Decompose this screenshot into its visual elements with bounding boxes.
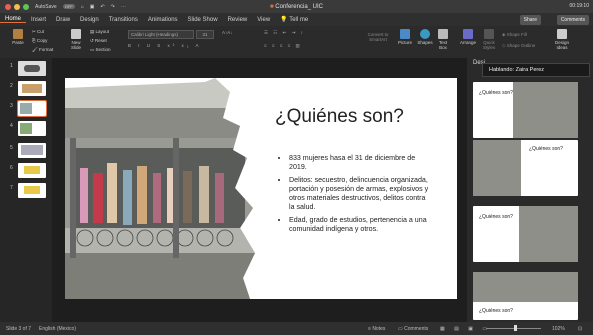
share-button[interactable]: Share [519, 15, 541, 25]
reset-button[interactable]: ↺ Reset [90, 38, 107, 44]
bullet-item: 833 mujeres hasa el 31 de diciembre de 2… [289, 154, 431, 172]
section-button[interactable]: ▭ Section [90, 47, 111, 53]
design-idea-3[interactable]: ¿Quiénes son? [473, 206, 578, 262]
zoom-slider-handle[interactable] [514, 325, 517, 331]
slide-number: 7 [10, 185, 13, 191]
shape-fill-button[interactable]: ◈ Shape Fill [502, 32, 527, 38]
document-title: ■ Conferencia_ UIC [270, 3, 323, 10]
paragraph-align-buttons[interactable]: ≡ ≡ ≡ ≡ ▥ [264, 43, 302, 49]
slide-thumbnail-2[interactable] [18, 81, 46, 96]
arrange-button[interactable]: Arrange [458, 29, 478, 45]
tell-me-search[interactable]: 💡 Tell me [275, 16, 313, 23]
tab-insert[interactable]: Insert [26, 17, 51, 23]
ribbon-tabs: Home Insert Draw Design Transitions Anim… [0, 13, 593, 26]
slide-number: 2 [10, 83, 13, 89]
slide-number: 3 [10, 103, 13, 109]
copy-button[interactable]: ⎘ Copy [32, 38, 47, 43]
new-slide-icon [71, 29, 81, 39]
picture-button[interactable]: Picture [396, 29, 414, 45]
slide-number: 4 [10, 123, 13, 129]
view-buttons[interactable]: ▦ ▤ ▣ ▭ [440, 326, 491, 332]
comments-status-button[interactable]: ▭ Comments [398, 326, 428, 332]
slide-thumbnail-6[interactable] [18, 163, 46, 178]
layout-button[interactable]: ▤ Layout [90, 29, 109, 35]
slide-number: 1 [10, 63, 13, 69]
slide-body-text[interactable]: 833 mujeres hasa el 31 de diciembre de 2… [281, 154, 431, 238]
slide-indicator: Slide 3 of 7 [6, 325, 32, 332]
font-name-select[interactable]: Calibri Light (Headings) [128, 30, 194, 39]
slide-thumbnail-4[interactable] [18, 121, 46, 136]
notes-button[interactable]: ≡ Notes [368, 326, 385, 332]
slide-thumbnail-5[interactable] [18, 143, 46, 158]
font-grow-icon[interactable]: A↑A↓ [222, 30, 233, 35]
design-idea-2[interactable]: ¿Quiénes son? [473, 140, 578, 196]
shapes-icon [420, 29, 430, 39]
design-idea-title: ¿Quiénes son? [529, 146, 563, 152]
tab-view[interactable]: View [252, 17, 275, 23]
design-idea-title: ¿Quiénes son? [479, 308, 513, 314]
format-painter-button[interactable]: 🖌 Format [32, 47, 53, 53]
tab-review[interactable]: Review [223, 17, 253, 23]
quick-styles-icon [484, 29, 494, 39]
tab-home[interactable]: Home [0, 16, 27, 23]
top-right-status: 00:19:10 [570, 3, 589, 9]
design-idea-title: ¿Quiénes son? [479, 90, 513, 96]
convert-smartart-button[interactable]: Convert to SmartArt [362, 32, 394, 42]
textbox-icon [438, 29, 448, 39]
language-indicator[interactable]: English (Mexico) [39, 326, 76, 332]
tab-transitions[interactable]: Transitions [104, 17, 143, 23]
tab-draw[interactable]: Draw [51, 17, 75, 23]
bullet-item: Delitos: secuestro, delincuencia organiz… [289, 176, 431, 212]
design-idea-title: ¿Quiénes son? [479, 214, 513, 220]
slide-thumbnail-panel: 1 2 3 4 5 6 7 [0, 58, 52, 322]
slide-thumbnail-7[interactable] [18, 183, 46, 198]
slide-title[interactable]: ¿Quiénes son? [275, 106, 404, 128]
recording-clock: 00:19:10 [569, 3, 589, 9]
arrange-icon [463, 29, 473, 39]
design-idea-1[interactable]: ¿Quiénes son? [473, 82, 578, 138]
paste-button[interactable]: Paste [10, 29, 26, 45]
title-bar: AutoSave OFF ⌂ ▣ ↶ ↷ ⋯ ■ Conferencia_ UI… [0, 0, 593, 13]
bullet-item: Edad, grado de estudios, pertenencia a u… [289, 216, 431, 234]
font-formatting-buttons[interactable]: B I U S x² x₂ A [128, 43, 202, 48]
zoom-level[interactable]: 102% [552, 326, 565, 332]
comments-button[interactable]: Comments [556, 15, 589, 25]
fit-slide-icon[interactable]: ⊡ [578, 326, 582, 332]
shapes-button[interactable]: Shapes [416, 29, 434, 45]
font-size-select[interactable]: 31 [196, 30, 214, 39]
ribbon-toolbar: Paste ✂ Cut ⎘ Copy 🖌 Format New Slide ▤ … [0, 26, 593, 59]
current-slide[interactable]: ¿Quiénes son? 833 mujeres hasa el 31 de … [65, 78, 457, 299]
design-ideas-button[interactable]: Design Ideas [552, 29, 572, 50]
clipboard-icon [13, 29, 23, 39]
quick-styles-button[interactable]: Quick Styles [480, 29, 498, 50]
new-slide-button[interactable]: New Slide [66, 29, 86, 50]
tab-slide-show[interactable]: Slide Show [183, 17, 223, 23]
status-bar: Slide 3 of 7 English (Mexico) ≡ Notes ▭ … [0, 322, 593, 335]
paragraph-list-buttons[interactable]: ☰ ☷ ⇤ ⇥ ↕ [264, 30, 305, 36]
tab-design[interactable]: Design [75, 17, 104, 23]
slide-number: 5 [10, 145, 13, 151]
slide-thumbnail-1[interactable] [18, 61, 46, 76]
tab-animations[interactable]: Animations [143, 17, 183, 23]
textbox-button[interactable]: Text Box [436, 29, 450, 50]
slide-number: 6 [10, 165, 13, 171]
speaking-indicator: Hablando: Zaira Perez [482, 63, 590, 77]
design-ideas-icon [557, 29, 567, 39]
lightbulb-icon: 💡 [280, 17, 288, 23]
cut-button[interactable]: ✂ Cut [32, 29, 44, 35]
slide-thumbnail-3[interactable] [17, 100, 47, 117]
picture-icon [400, 29, 410, 39]
shape-outline-button[interactable]: ◇ Shape Outline [502, 43, 535, 49]
design-idea-4[interactable]: ¿Quiénes son? [473, 272, 578, 320]
prison-photo [65, 78, 255, 299]
